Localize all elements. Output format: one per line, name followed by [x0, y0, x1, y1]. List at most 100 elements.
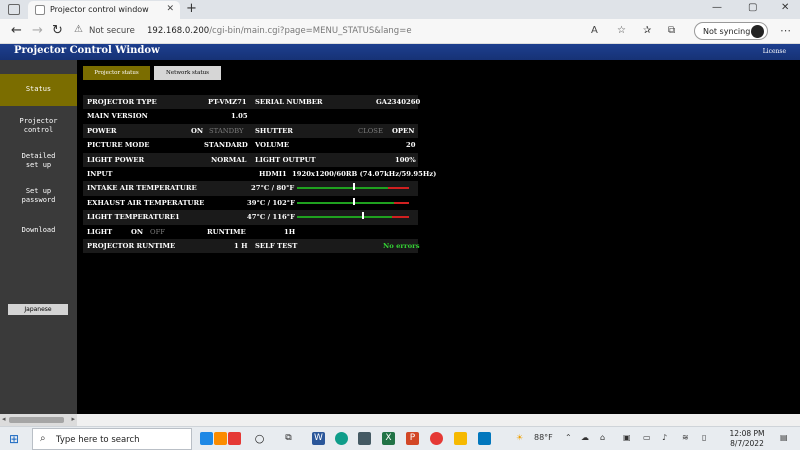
- sidebar-item-label: Detailed: [21, 152, 56, 160]
- gauge-green: [297, 216, 392, 219]
- word-icon[interactable]: W: [312, 432, 325, 445]
- light-temperature-value: 47°C / 116°F: [247, 213, 295, 222]
- table-row: LIGHT POWER NORMAL LIGHT OUTPUT 100%: [83, 152, 418, 167]
- powerpoint-icon[interactable]: P: [406, 432, 419, 445]
- sync-button[interactable]: Not syncing: [694, 22, 768, 40]
- sidebar-item-detailed-set-up[interactable]: Detailed set up: [0, 152, 77, 170]
- search-icon: ⌕: [40, 433, 46, 444]
- new-tab-icon[interactable]: +: [186, 1, 197, 16]
- news-widget-icon[interactable]: [200, 432, 213, 445]
- projector-runtime-value: 1 H: [234, 241, 248, 250]
- sidebar-item-label: password: [21, 196, 56, 204]
- taskbar-search[interactable]: ⌕ Type here to search: [32, 428, 192, 450]
- projector-runtime-label: PROJECTOR RUNTIME: [87, 241, 176, 250]
- weather-icon[interactable]: ☀: [516, 433, 523, 442]
- page-title: Projector Control Window: [14, 45, 160, 56]
- close-window-icon[interactable]: ✕: [781, 2, 789, 13]
- warning-icon[interactable]: ⚠: [74, 24, 83, 35]
- power-on: ON: [191, 126, 204, 135]
- volume-icon[interactable]: ♪: [662, 433, 667, 442]
- table-row: EXHAUST AIR TEMPERATURE 39°C / 102°F: [83, 196, 418, 210]
- table-row: POWER ON STANDBY SHUTTER CLOSE OPEN: [83, 123, 418, 139]
- edge-icon[interactable]: [335, 432, 348, 445]
- network-icon[interactable]: ⌂: [600, 433, 605, 442]
- read-aloud-icon[interactable]: A: [591, 25, 598, 36]
- collections-icon[interactable]: ⧉: [668, 25, 675, 36]
- tab-network-status[interactable]: Network status: [154, 66, 221, 80]
- battery-icon[interactable]: ▯: [702, 433, 706, 442]
- input-label: INPUT: [87, 169, 113, 178]
- excel-icon[interactable]: X: [382, 432, 395, 445]
- forward-icon: →: [32, 23, 43, 38]
- light-on: ON: [131, 227, 144, 236]
- license-link[interactable]: License: [763, 48, 786, 55]
- photos-icon[interactable]: [478, 432, 491, 445]
- avatar: [751, 25, 764, 38]
- picture-mode-label: PICTURE MODE: [87, 141, 150, 150]
- status-table: PROJECTOR TYPE PT-VMZ71 SERIAL NUMBER GA…: [83, 95, 436, 254]
- serial-number-value: GA2340260: [376, 98, 421, 106]
- display-icon[interactable]: ▭: [643, 433, 651, 442]
- tab-projector-status[interactable]: Projector status: [83, 66, 150, 80]
- sidebar-item-projector-control[interactable]: Projector control: [0, 117, 77, 135]
- projector-page: Projector Control Window License Status …: [0, 44, 800, 426]
- sidebar-scrollbar[interactable]: ◂ ▸: [0, 414, 77, 426]
- light-label: LIGHT: [87, 227, 113, 236]
- gauge-green: [297, 201, 394, 204]
- chrome-icon[interactable]: [430, 432, 443, 445]
- weather-temperature[interactable]: 88°F: [534, 433, 553, 442]
- taskbar-clock[interactable]: 12:08 PM 8/7/2022: [725, 429, 769, 449]
- windows-start-icon[interactable]: ⊞: [9, 432, 19, 446]
- favorite-icon[interactable]: ☆: [617, 25, 626, 36]
- gauge-marker: [362, 212, 364, 220]
- scroll-right-icon[interactable]: ▸: [71, 415, 75, 423]
- power-standby: STANDBY: [209, 126, 244, 135]
- url-path: /cgi-bin/main.cgi?page=MENU_STATUS&lang=…: [209, 26, 412, 36]
- cortana-icon[interactable]: ○: [253, 432, 266, 445]
- japanese-button[interactable]: Japanese: [8, 304, 68, 315]
- exhaust-air-temperature-value: 39°C / 102°F: [247, 198, 295, 207]
- minimize-icon[interactable]: —: [712, 2, 722, 13]
- browser-tab[interactable]: Projector control window ✕: [28, 1, 180, 19]
- taskbar: ⊞ ⌕ Type here to search ○ ⧉ W X P ☀ 88°F…: [0, 426, 800, 450]
- widget-icon[interactable]: [214, 432, 227, 445]
- gauge-marker: [353, 197, 355, 205]
- app-tray-icon[interactable]: ▣: [623, 433, 631, 442]
- more-options-icon[interactable]: ⋯: [780, 24, 791, 37]
- file-explorer-icon[interactable]: [454, 432, 467, 445]
- page-horizontal-scrollbar[interactable]: [77, 414, 800, 426]
- scroll-left-icon[interactable]: ◂: [2, 415, 6, 423]
- page-icon: [35, 5, 45, 15]
- sidebar-item-download[interactable]: Download: [0, 226, 77, 235]
- table-row: PROJECTOR RUNTIME 1 H SELF TEST No error…: [83, 238, 420, 254]
- back-icon[interactable]: ←: [11, 23, 22, 38]
- sync-label: Not syncing: [703, 27, 751, 36]
- self-test-label: SELF TEST: [255, 241, 298, 250]
- exhaust-temperature-gauge: [297, 197, 409, 205]
- refresh-icon[interactable]: ↻: [52, 23, 63, 38]
- url-field[interactable]: 192.168.0.200/cgi-bin/main.cgi?page=MENU…: [147, 26, 412, 36]
- close-tab-icon[interactable]: ✕: [166, 4, 174, 14]
- onedrive-icon[interactable]: ☁: [581, 433, 589, 442]
- gauge-red: [388, 187, 409, 190]
- wifi-icon[interactable]: ≋: [682, 433, 689, 442]
- page-header: Projector Control Window License: [0, 44, 800, 60]
- intake-air-temperature-value: 27°C / 80°F: [251, 184, 295, 193]
- table-row: INTAKE AIR TEMPERATURE 27°C / 80°F: [83, 181, 418, 196]
- volume-label: VOLUME: [255, 141, 290, 150]
- app-icon[interactable]: [358, 432, 371, 445]
- notifications-icon[interactable]: ▤: [780, 433, 788, 442]
- sidebar-item-set-up-password[interactable]: Set up password: [0, 187, 77, 205]
- task-view-icon[interactable]: ⧉: [282, 432, 295, 445]
- gauge-marker: [353, 183, 355, 191]
- widget-icon[interactable]: [228, 432, 241, 445]
- gauge-red: [392, 216, 409, 219]
- tab-actions-icon[interactable]: [8, 4, 20, 15]
- sidebar-item-status[interactable]: Status: [0, 74, 77, 106]
- not-secure-label[interactable]: Not secure: [89, 26, 135, 36]
- favorites-icon[interactable]: ✰: [643, 25, 651, 36]
- scrollbar-thumb[interactable]: [9, 417, 64, 423]
- show-hidden-icons-icon[interactable]: ⌃: [565, 433, 572, 442]
- projector-type-label: PROJECTOR TYPE: [87, 98, 157, 106]
- maximize-icon[interactable]: ▢: [748, 2, 757, 13]
